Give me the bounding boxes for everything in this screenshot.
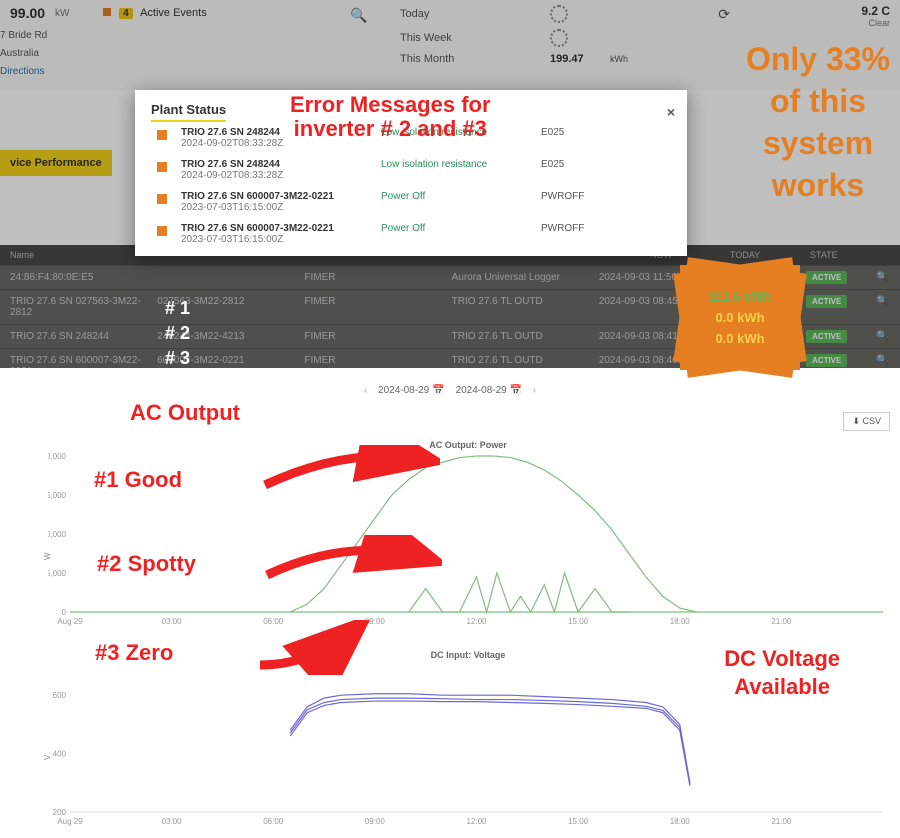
csv-export-button[interactable]: ⬇ CSV: [843, 412, 890, 431]
chart-title-ac: AC Output: Power: [48, 440, 888, 450]
svg-text:06:00: 06:00: [263, 617, 284, 626]
event-message: Low isolation resistance: [381, 159, 541, 170]
plant-status-modal: Plant Status × TRIO 27.6 SN 2482442024-0…: [135, 90, 687, 256]
svg-text:15,000: 15,000: [48, 491, 67, 500]
date-from[interactable]: 2024-08-29: [378, 385, 429, 396]
calendar-icon[interactable]: 📅: [510, 385, 525, 396]
svg-text:200: 200: [53, 808, 67, 817]
event-message: Power Off: [381, 191, 541, 202]
event-timestamp: 2024-09-02T08:33:28Z: [181, 138, 381, 149]
alert-square-icon: [157, 226, 167, 236]
event-timestamp: 2023-07-03T16:15:00Z: [181, 234, 381, 245]
svg-text:09:00: 09:00: [365, 817, 386, 826]
calendar-icon[interactable]: 📅: [432, 385, 447, 396]
date-picker[interactable]: ‹ 2024-08-29 📅 2024-08-29 📅 ›: [0, 385, 900, 396]
svg-text:18:00: 18:00: [670, 617, 691, 626]
svg-text:5,000: 5,000: [48, 569, 67, 578]
svg-text:21:00: 21:00: [771, 817, 792, 826]
event-message: Low isolation resistance: [381, 127, 541, 138]
ac-y-axis-label: W: [43, 552, 52, 560]
svg-text:12:00: 12:00: [466, 817, 487, 826]
event-code: E025: [541, 127, 601, 138]
event-row: TRIO 27.6 SN 2482442024-09-02T08:33:28ZL…: [151, 122, 671, 154]
event-code: PWROFF: [541, 191, 601, 202]
alert-square-icon: [157, 130, 167, 140]
stamp-line-2: 0.0 kWh: [715, 310, 764, 325]
alert-square-icon: [157, 162, 167, 172]
stamp-line-1: 111.6 kWh: [709, 289, 771, 304]
event-code: E025: [541, 159, 601, 170]
event-device: TRIO 27.6 SN 248244: [181, 127, 381, 138]
event-row: TRIO 27.6 SN 2482442024-09-02T08:33:28ZL…: [151, 154, 671, 186]
event-row: TRIO 27.6 SN 600007-3M22-02212023-07-03T…: [151, 186, 671, 218]
energy-stamp: 111.6 kWh 0.0 kWh 0.0 kWh: [680, 265, 800, 370]
svg-text:600: 600: [53, 691, 67, 700]
svg-text:Aug 29: Aug 29: [57, 617, 83, 626]
svg-text:15:00: 15:00: [568, 617, 589, 626]
svg-text:0: 0: [62, 608, 67, 617]
chart-title-dc: DC Input: Voltage: [48, 650, 888, 660]
event-device: TRIO 27.6 SN 600007-3M22-0221: [181, 191, 381, 202]
event-device: TRIO 27.6 SN 600007-3M22-0221: [181, 223, 381, 234]
chevron-left-icon[interactable]: ‹: [356, 385, 375, 396]
svg-text:06:00: 06:00: [263, 817, 284, 826]
event-row: TRIO 27.6 SN 600007-3M22-02212023-07-03T…: [151, 218, 671, 250]
svg-text:400: 400: [53, 750, 67, 759]
svg-text:09:00: 09:00: [365, 617, 386, 626]
svg-text:18:00: 18:00: [670, 817, 691, 826]
event-code: PWROFF: [541, 223, 601, 234]
chevron-right-icon[interactable]: ›: [525, 385, 544, 396]
event-message: Power Off: [381, 223, 541, 234]
modal-title: Plant Status: [151, 102, 226, 122]
event-device: TRIO 27.6 SN 248244: [181, 159, 381, 170]
svg-text:03:00: 03:00: [162, 617, 183, 626]
dc-y-axis-label: V: [43, 755, 52, 760]
event-timestamp: 2023-07-03T16:15:00Z: [181, 202, 381, 213]
svg-text:Aug 29: Aug 29: [57, 817, 83, 826]
svg-text:15:00: 15:00: [568, 817, 589, 826]
svg-text:10,000: 10,000: [48, 530, 67, 539]
alert-square-icon: [157, 194, 167, 204]
event-timestamp: 2024-09-02T08:33:28Z: [181, 170, 381, 181]
svg-text:21:00: 21:00: [771, 617, 792, 626]
ac-output-chart: AC Output: Power 0 5,000 10,000 15,000 20,00…: [48, 440, 888, 630]
svg-text:20,000: 20,000: [48, 452, 67, 461]
dc-voltage-chart: DC Input: Voltage 200 400 600 Aug 29 03:00 06…: [48, 650, 888, 830]
date-to[interactable]: 2024-08-29: [456, 385, 507, 396]
svg-text:12:00: 12:00: [466, 617, 487, 626]
svg-text:03:00: 03:00: [162, 817, 183, 826]
stamp-line-3: 0.0 kWh: [715, 331, 764, 346]
close-icon[interactable]: ×: [667, 104, 675, 120]
